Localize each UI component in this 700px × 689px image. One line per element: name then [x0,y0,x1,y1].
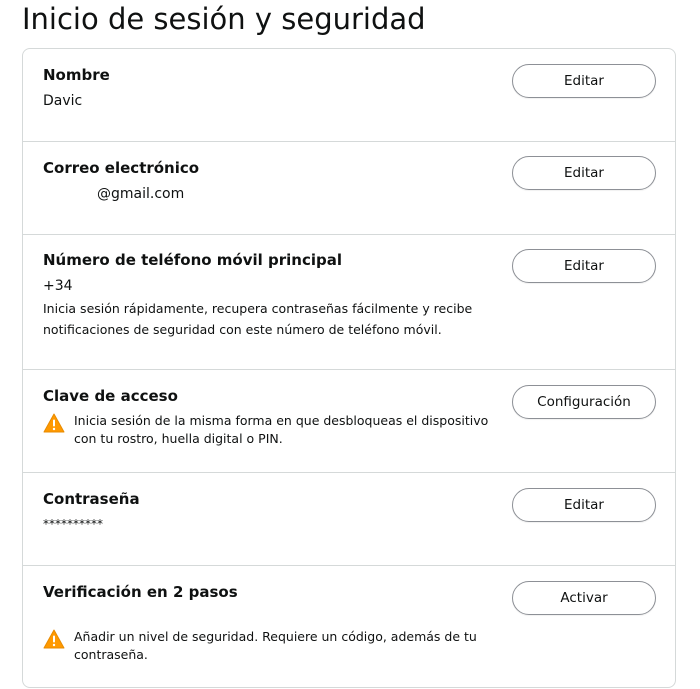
email-section: Correo electrónico @gmail.com Editar [23,142,675,235]
email-value: @gmail.com [97,186,185,202]
edit-name-button[interactable]: Editar [512,64,656,98]
activate-two-step-button[interactable]: Activar [512,581,656,615]
phone-description: Inicia sesión rápidamente, recupera cont… [43,301,473,337]
passkey-warning: Inicia sesión de la misma forma en que d… [43,412,493,452]
two-step-warning: Añadir un nivel de seguridad. Requiere u… [43,628,493,668]
passkey-section: Clave de acceso Inicia sesión de la mism… [23,370,675,473]
phone-value: +34 [43,278,73,294]
email-title: Correo electrónico [43,159,200,177]
edit-phone-button[interactable]: Editar [512,249,656,283]
security-settings-card: Nombre Davic Editar Correo electrónico @… [22,48,676,688]
password-value: ********** [43,517,103,531]
password-section: Contraseña ********** Editar [23,473,675,566]
name-section: Nombre Davic Editar [23,49,675,142]
name-title: Nombre [43,66,110,84]
warning-icon [43,413,65,433]
passkey-title: Clave de acceso [43,387,178,405]
password-title: Contraseña [43,490,140,508]
edit-email-button[interactable]: Editar [512,156,656,190]
two-step-description: Añadir un nivel de seguridad. Requiere u… [74,629,477,662]
page-title: Inicio de sesión y seguridad [22,2,426,36]
edit-password-button[interactable]: Editar [512,488,656,522]
warning-icon [43,629,65,649]
phone-section: Número de teléfono móvil principal +34 I… [23,235,675,370]
two-step-title: Verificación en 2 pasos [43,583,238,601]
two-step-section: Verificación en 2 pasos Añadir un nivel … [23,566,675,689]
configure-passkey-button[interactable]: Configuración [512,385,656,419]
phone-title: Número de teléfono móvil principal [43,251,342,269]
name-value: Davic [43,93,83,109]
passkey-description: Inicia sesión de la misma forma en que d… [74,413,489,446]
